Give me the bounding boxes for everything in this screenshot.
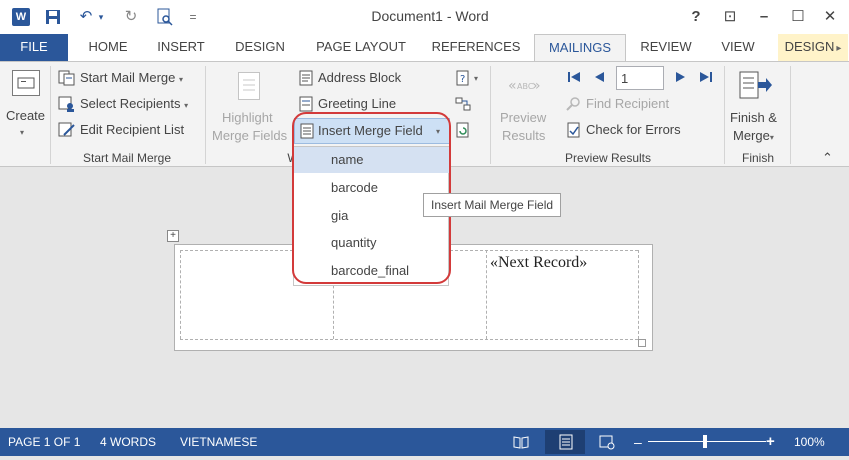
tab-page-layout[interactable]: PAGE LAYOUT — [306, 34, 416, 61]
group-label-preview-results: Preview Results — [564, 151, 652, 165]
highlight-merge-fields-label-1: Highlight — [222, 110, 273, 125]
create-caret-icon[interactable]: ▾ — [20, 128, 24, 137]
record-number-input[interactable]: 1 — [616, 66, 664, 90]
preview-results-label-1[interactable]: Preview — [500, 110, 546, 125]
customize-toolbar-icon[interactable]: = — [186, 6, 200, 28]
svg-text:»: » — [532, 78, 541, 94]
finish-merge-icon[interactable] — [738, 70, 772, 102]
tab-references[interactable]: REFERENCES — [428, 34, 524, 61]
rules-caret-icon[interactable]: ▾ — [474, 74, 478, 83]
tab-scroll-right-icon[interactable]: ▸ — [836, 43, 841, 54]
create-label[interactable]: Create — [6, 108, 45, 123]
window-title: Document1 - Word — [371, 8, 489, 24]
first-record-icon[interactable] — [566, 70, 582, 87]
ribbon-display-options-button[interactable]: ⊡ — [718, 5, 742, 29]
start-mail-merge-button[interactable]: Start Mail Merge ▾ — [80, 70, 183, 85]
help-button[interactable]: ? — [684, 5, 708, 29]
group-separator — [490, 66, 491, 164]
start-mail-merge-caret-icon: ▾ — [179, 75, 184, 84]
svg-text:«: « — [508, 78, 517, 94]
greeting-line-button[interactable]: Greeting Line — [318, 96, 396, 111]
group-separator — [50, 66, 51, 164]
tab-file[interactable]: FILE — [0, 34, 68, 61]
web-layout-icon[interactable] — [598, 433, 616, 451]
finish-merge-caret-icon: ▾ — [769, 133, 774, 142]
zoom-slider-thumb[interactable] — [703, 435, 707, 448]
table-gridline — [180, 250, 181, 339]
check-for-errors-icon[interactable] — [566, 122, 582, 138]
zoom-slider-track[interactable] — [648, 441, 766, 442]
group-separator — [724, 66, 725, 164]
find-recipient-button: Find Recipient — [586, 96, 670, 111]
svg-text:?: ? — [460, 74, 465, 85]
word-app-icon[interactable]: W — [12, 8, 30, 26]
maximize-button[interactable]: ☐ — [786, 5, 810, 29]
table-move-handle-icon[interactable]: + — [167, 230, 179, 242]
table-resize-handle[interactable] — [638, 339, 646, 347]
print-layout-icon — [557, 433, 575, 451]
tab-table-design[interactable]: DESIGN ▸ — [778, 34, 848, 61]
greeting-line-icon[interactable] — [298, 96, 314, 112]
zoom-out-button[interactable]: – — [634, 428, 642, 456]
tab-design[interactable]: DESIGN — [226, 34, 294, 61]
select-recipients-label: Select Recipients — [80, 96, 181, 111]
highlight-merge-fields-icon — [238, 72, 260, 100]
tab-insert[interactable]: INSERT — [150, 34, 212, 61]
address-block-icon[interactable] — [298, 70, 314, 86]
collapse-ribbon-icon[interactable]: ⌃ — [822, 150, 833, 166]
word-count[interactable]: 4 WORDS — [100, 428, 156, 456]
tab-review[interactable]: REVIEW — [634, 34, 698, 61]
table-gridline — [638, 250, 639, 339]
edit-recipient-list-icon[interactable] — [58, 122, 76, 138]
group-label-start-mail-merge: Start Mail Merge — [82, 151, 172, 165]
save-icon[interactable] — [42, 6, 64, 28]
redo-icon[interactable]: ↻ — [120, 6, 142, 28]
undo-icon[interactable]: ↶ — [76, 6, 96, 28]
start-mail-merge-label: Start Mail Merge — [80, 70, 176, 85]
address-block-button[interactable]: Address Block — [318, 70, 401, 85]
check-for-errors-button[interactable]: Check for Errors — [586, 122, 681, 137]
language-indicator[interactable]: VIETNAMESE — [180, 428, 257, 456]
previous-record-icon[interactable] — [592, 70, 606, 87]
page-count[interactable]: PAGE 1 OF 1 — [8, 428, 80, 456]
zoom-level[interactable]: 100% — [794, 428, 825, 456]
finish-merge-label-text: Merge — [733, 128, 770, 143]
preview-results-label-2[interactable]: Results — [502, 128, 545, 143]
rules-icon[interactable]: ? — [455, 70, 471, 89]
close-button[interactable]: ✕ — [818, 5, 842, 29]
read-mode-icon[interactable] — [512, 433, 530, 451]
preview-results-icon[interactable]: «ABC» — [508, 74, 542, 98]
minimize-button[interactable]: – — [752, 5, 776, 29]
next-record-field[interactable]: «Next Record» — [490, 254, 587, 272]
select-recipients-icon[interactable] — [58, 96, 76, 112]
undo-caret-icon[interactable]: ▾ — [96, 6, 106, 28]
find-recipient-icon — [566, 96, 582, 112]
print-preview-icon[interactable] — [154, 6, 176, 28]
next-record-icon[interactable] — [674, 70, 688, 87]
update-labels-icon[interactable] — [455, 122, 471, 141]
finish-merge-label-1[interactable]: Finish & — [730, 110, 777, 125]
table-gridline — [486, 250, 487, 339]
match-fields-icon[interactable] — [455, 96, 471, 115]
group-separator — [205, 66, 206, 164]
zoom-in-button[interactable]: + — [766, 428, 775, 456]
select-recipients-button[interactable]: Select Recipients ▾ — [80, 96, 188, 111]
last-record-icon[interactable] — [698, 70, 714, 87]
create-envelope-icon[interactable] — [12, 70, 40, 96]
group-label-finish: Finish — [741, 151, 774, 165]
start-mail-merge-icon[interactable] — [58, 70, 76, 86]
highlight-merge-fields-label-2: Merge Fields — [212, 128, 288, 143]
insert-merge-field-tooltip: Insert Mail Merge Field — [423, 193, 562, 217]
record-number-value: 1 — [621, 71, 629, 86]
tab-table-design-label: DESIGN — [784, 39, 835, 54]
tab-home[interactable]: HOME — [78, 34, 138, 61]
edit-recipient-list-button[interactable]: Edit Recipient List — [80, 122, 184, 137]
group-separator — [790, 66, 791, 164]
finish-merge-label-2[interactable]: Merge▾ — [733, 128, 774, 143]
tab-view[interactable]: VIEW — [712, 34, 764, 61]
table-gridline — [180, 339, 638, 340]
select-recipients-caret-icon: ▾ — [184, 101, 189, 110]
tab-mailings[interactable]: MAILINGS — [534, 34, 626, 62]
